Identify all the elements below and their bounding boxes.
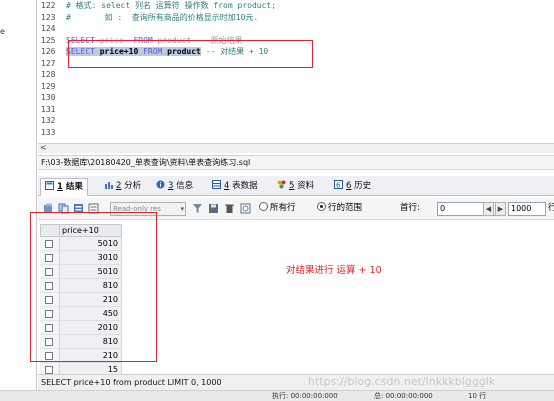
- row-count-input[interactable]: 1000: [508, 202, 546, 216]
- info-color-icon: [277, 180, 286, 189]
- next-page-button[interactable]: ▶: [495, 202, 506, 216]
- tab-history[interactable]: 66 历史: [330, 178, 375, 196]
- left-panel-label: e: [0, 27, 5, 36]
- first-row-label: 首行:: [400, 203, 420, 213]
- refresh-icon[interactable]: [240, 203, 251, 214]
- editor-line: 122 # 格式: select 列名 运算符 操作数 from product;: [41, 1, 277, 10]
- editor-line: 124: [41, 24, 56, 33]
- svg-text:6: 6: [336, 182, 341, 190]
- total-time: 总: 00:00:00:000: [374, 392, 433, 400]
- editor-line: 130: [41, 93, 56, 102]
- filter-icon[interactable]: [192, 203, 203, 214]
- editor-line: 132: [41, 116, 56, 125]
- radio-row-range-button[interactable]: [317, 202, 326, 211]
- result-grid-icon: [45, 181, 54, 190]
- history-icon: 6: [334, 180, 343, 189]
- file-path-bar: F:\03-数据库\20180420_单表查询\资料\单表查询练习.sql: [38, 155, 554, 170]
- profiler-icon: [105, 182, 113, 189]
- result-tabs: 1 结果 2 分析 3 信息 4 表数据 5 资料 66 历史: [38, 176, 554, 196]
- table-data-icon: [212, 180, 221, 189]
- exec-time: 执行: 00:00:00:000: [272, 392, 338, 400]
- delete-icon[interactable]: [224, 203, 235, 214]
- annotation-text: 对结果进行 运算 + 10: [286, 265, 382, 276]
- watermark: https://blog.csdn.net/lnkkkblggglk: [308, 375, 496, 388]
- grid-highlight-box: [30, 212, 157, 362]
- radio-all-rows-button[interactable]: [259, 202, 268, 211]
- app-window: e 122 # 格式: select 列名 运算符 操作数 from produc…: [0, 0, 554, 401]
- tab-info[interactable]: 3 信息: [152, 178, 197, 196]
- radio-all-rows[interactable]: 所有行: [259, 202, 296, 215]
- scroll-left-icon[interactable]: <: [40, 143, 47, 152]
- radio-row-range[interactable]: 行的范围: [317, 202, 362, 215]
- editor-line: 123 # 如 : 查询所有商品的价格显示时加10元.: [41, 12, 259, 22]
- editor-line: 133: [41, 127, 56, 137]
- info-icon: [156, 180, 165, 189]
- sql-editor[interactable]: 122 # 格式: select 列名 运算符 操作数 from product;…: [38, 0, 554, 143]
- row-total: 10 行: [468, 392, 487, 400]
- editor-horizontal-scrollbar[interactable]: <: [38, 143, 554, 153]
- tab-info-color[interactable]: 5 资料: [273, 178, 318, 196]
- save-icon[interactable]: [208, 203, 219, 214]
- editor-line: 128: [41, 70, 56, 79]
- row-checkbox[interactable]: [45, 366, 53, 374]
- tab-result[interactable]: 1 结果: [40, 178, 88, 196]
- editor-line: 129: [41, 81, 56, 91]
- prev-page-button[interactable]: ◀: [483, 202, 494, 216]
- chevron-down-icon: ▾: [180, 205, 184, 213]
- tab-table-data[interactable]: 4 表数据: [208, 178, 262, 196]
- bottom-status-strip: 执行: 00:00:00:000 总: 00:00:00:000 10 行: [0, 390, 554, 401]
- editor-highlight-box: [68, 40, 313, 68]
- tab-profiler[interactable]: 2 分析: [100, 178, 145, 196]
- row-unit-label: 行: [548, 203, 554, 213]
- editor-line: 131: [41, 104, 56, 114]
